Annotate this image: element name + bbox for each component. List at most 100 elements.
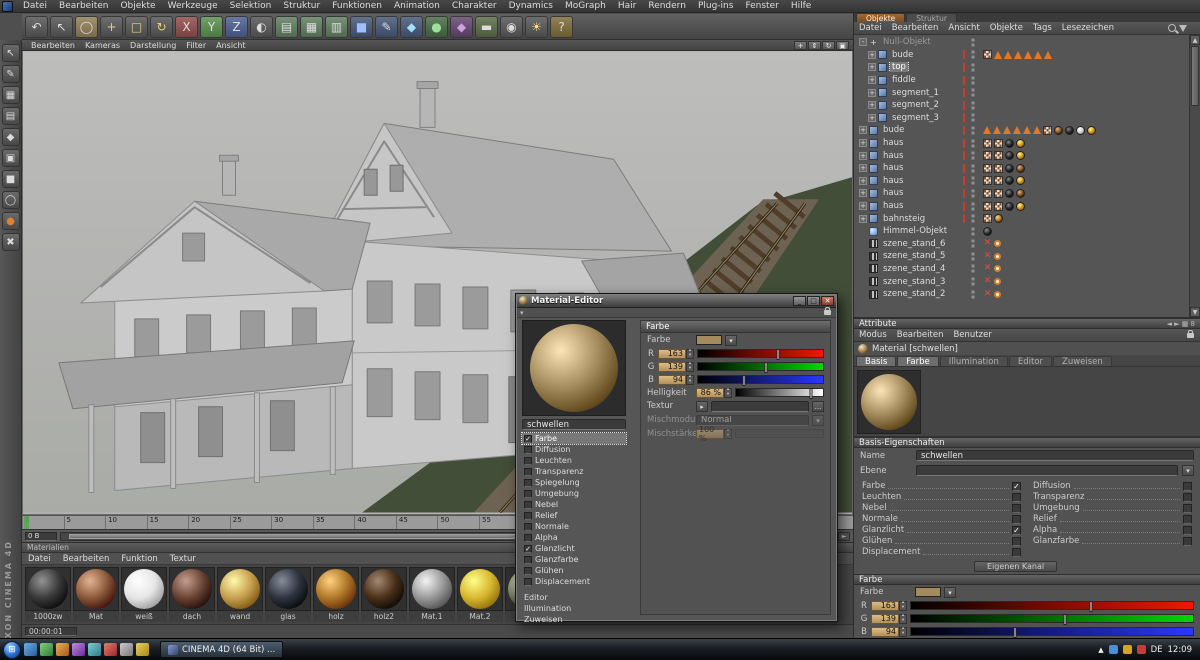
menu-animation[interactable]: Animation [388,1,446,11]
me-channel-glanzfarbe[interactable]: Glanzfarbe [522,554,626,565]
close-button[interactable]: ✕ [821,296,834,306]
material-thumb-wand[interactable]: wand [217,567,263,622]
materials-menu-textur[interactable]: Textur [164,554,202,564]
expand-toggle-icon[interactable]: + [859,202,867,210]
mischstaerke-slider[interactable] [735,429,824,438]
expand-toggle-icon[interactable]: + [859,189,867,197]
editor-visibility-dot[interactable] [971,214,975,218]
mischstaerke-value-field[interactable]: 100 % [696,429,724,439]
render-visibility-dot[interactable] [971,106,975,110]
expand-toggle-icon[interactable]: + [859,177,867,185]
channel-checkbox[interactable] [524,457,532,465]
texture-tag-icon[interactable] [1043,126,1052,135]
render-visibility-dot[interactable] [971,131,975,135]
slider-knob[interactable] [743,375,746,386]
render-visibility-dot[interactable] [971,181,975,185]
tree-row-bude[interactable]: +bude [854,49,1200,62]
filter-icon[interactable] [1179,25,1187,32]
quicklaunch-icon-8[interactable] [136,643,149,656]
editor-visibility-dot[interactable] [971,264,975,268]
expand-toggle-icon[interactable]: + [859,152,867,160]
snap-icon[interactable]: ● [2,212,20,230]
tree-row-szene-stand-2[interactable]: szene_stand_2✕ [854,288,1200,301]
render-visibility-dot[interactable] [971,219,975,223]
select-tool-icon[interactable]: ↖ [2,44,20,62]
texture-tag-icon[interactable] [983,151,992,160]
material-thumb-glas[interactable]: glas [265,567,311,622]
material-preview-sphere[interactable] [861,374,917,430]
texture-tag-icon[interactable] [994,202,1003,211]
expand-toggle-icon[interactable]: - [859,38,867,46]
channel-checkbox[interactable] [524,490,532,498]
tree-row-szene-stand-3[interactable]: szene_stand_3✕ [854,275,1200,288]
material-tag-icon[interactable] [1016,189,1025,198]
disabled-tag-icon[interactable]: ✕ [983,264,992,273]
render-settings-icon[interactable]: ▥ [325,16,348,38]
quicklaunch-icon-5[interactable] [88,643,101,656]
material-tag-icon[interactable] [1016,151,1025,160]
quicklaunch-icon-4[interactable] [72,643,85,656]
help-icon[interactable]: ? [550,16,573,38]
channel-checkbox[interactable]: ✓ [524,435,532,443]
phong-tag-icon[interactable] [1003,126,1011,134]
visibility-dots[interactable] [967,176,979,185]
maximize-button[interactable]: □ [807,296,820,306]
texture-tag-icon[interactable] [994,176,1003,185]
render-visibility-dot[interactable] [971,232,975,236]
material-thumb-holz2[interactable]: holz2 [361,567,407,622]
me-channel-transparenz[interactable]: Transparenz [522,466,626,477]
expand-toggle-icon[interactable]: + [868,114,876,122]
editor-visibility-dot[interactable] [971,239,975,243]
tree-row-szene-stand-4[interactable]: szene_stand_4✕ [854,263,1200,276]
workplane-icon[interactable]: ◯ [2,191,20,209]
tree-row-szene-stand-6[interactable]: szene_stand_6✕ [854,238,1200,251]
frame-field[interactable]: 0 B [25,532,57,541]
expand-toggle-icon[interactable]: + [868,89,876,97]
editor-visibility-dot[interactable] [971,63,975,67]
texture-tag-icon[interactable] [983,139,992,148]
r-value-field[interactable]: 163 [658,349,686,359]
scale-icon[interactable]: □ [125,16,148,38]
editor-visibility-dot[interactable] [971,50,975,54]
g-value-field[interactable]: 139 [871,614,899,624]
window-menu-icon[interactable]: ▾ [520,309,524,317]
menu-fenster[interactable]: Fenster [739,1,784,11]
me-section-illumination[interactable]: Illumination [522,603,632,614]
expand-toggle-icon[interactable]: + [859,215,867,223]
disabled-tag-icon[interactable]: ✕ [983,290,992,299]
visibility-dots[interactable] [967,50,979,59]
render-visibility-dot[interactable] [971,207,975,211]
tree-row-top[interactable]: +top [854,61,1200,74]
editor-visibility-dot[interactable] [971,126,975,130]
material-thumb-mat-2[interactable]: Mat.2 [457,567,503,622]
om-menu-objekte[interactable]: Objekte [985,23,1028,33]
visibility-dots[interactable] [967,139,979,148]
channel-checkbox[interactable] [1012,504,1021,513]
render-visibility-dot[interactable] [971,269,975,273]
phong-tag-icon[interactable] [1014,51,1022,59]
attr-tab-farbe[interactable]: Farbe [897,356,938,366]
editor-visibility-dot[interactable] [971,76,975,80]
tree-row-segment-2[interactable]: +segment_2 [854,99,1200,112]
attr-tab-basis[interactable]: Basis [856,356,896,366]
visibility-dots[interactable] [967,214,979,223]
expand-toggle-icon[interactable]: + [868,51,876,59]
spline-pen-icon[interactable]: ✎ [375,16,398,38]
vp-menu-filter[interactable]: Filter [181,41,211,50]
r-slider[interactable] [910,601,1194,610]
tree-row-segment-1[interactable]: +segment_1 [854,86,1200,99]
quicklaunch-icon-3[interactable] [56,643,69,656]
expand-toggle-icon[interactable]: + [868,63,876,71]
vp-menu-kameras[interactable]: Kameras [80,41,125,50]
attributes-header-icons[interactable]: ◄ ► ▦ 8 [1166,320,1195,328]
phong-tag-icon[interactable] [1033,126,1041,134]
attr-menu-bearbeiten[interactable]: Bearbeiten [892,330,949,340]
channel-checkbox[interactable] [524,534,532,542]
b-slider[interactable] [697,375,824,384]
material-tag-icon[interactable] [1065,126,1074,135]
materials-menu-datei[interactable]: Datei [22,554,57,564]
attr-tab-illumination[interactable]: Illumination [940,356,1008,366]
animation-tag-icon[interactable] [994,240,1001,247]
helligkeit-slider[interactable] [735,388,824,397]
me-channel-displacement[interactable]: Displacement [522,576,626,587]
